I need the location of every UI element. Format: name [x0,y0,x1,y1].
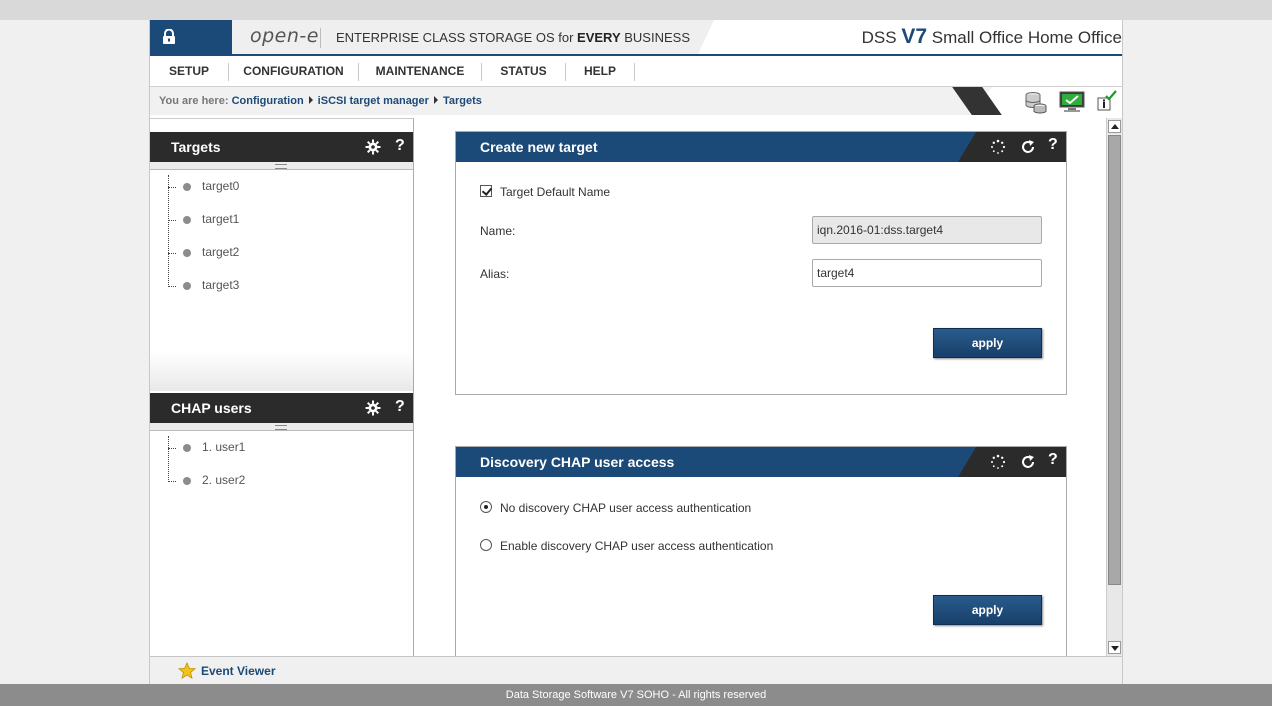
header-tools: ? [958,132,1066,162]
create-target-title: Create new target [480,139,598,155]
no-discovery-chap-label: No discovery CHAP user access authentica… [500,501,752,515]
breadcrumb-iscsi-target-manager[interactable]: iSCSI target manager [318,95,429,107]
scroll-up-arrow-icon[interactable] [1108,120,1121,133]
breadcrumb-arrow-icon [308,96,313,104]
menu-help[interactable]: HELP [566,56,634,87]
open-e-logo: open-e [250,25,319,47]
create-target-box: Create new target ? Target Default Name … [455,131,1067,395]
chap-resize-handle[interactable] [150,423,413,431]
name-label: Name: [480,224,516,238]
database-icon[interactable] [1024,90,1048,114]
event-viewer-bar: Event Viewer [150,656,1122,684]
bullet-icon [183,477,191,485]
tree-item-label: 2. user2 [202,473,246,487]
scroll-down-arrow-icon[interactable] [1108,641,1121,654]
tagline: ENTERPRISE CLASS STORAGE OS for EVERY BU… [336,30,690,45]
tree-item-label: target2 [202,245,240,259]
enable-discovery-chap-label: Enable discovery CHAP user access authen… [500,539,774,553]
header: open-e ENTERPRISE CLASS STORAGE OS for E… [150,20,1122,56]
tree-branch [168,253,176,254]
tree-branch [168,286,176,287]
lock-button[interactable] [150,20,252,54]
tree-item-label: target3 [202,278,240,292]
tree-item-label: 1. user1 [202,440,246,454]
main-menu: SETUP CONFIGURATION MAINTENANCE STATUS H… [150,56,1122,87]
bullet-icon [183,444,191,452]
bullet-icon [183,183,191,191]
footer: Data Storage Software V7 SOHO - All righ… [0,684,1272,706]
tree-connector [168,436,169,482]
create-target-header: Create new target ? [456,132,1066,162]
chap-panel-title: CHAP users [171,400,252,416]
no-discovery-chap-radio[interactable] [480,501,492,513]
target-default-name-checkbox[interactable] [480,185,492,197]
bullet-icon [183,282,191,290]
breadcrumb-bar: You are here: Configuration iSCSI target … [150,87,1122,117]
breadcrumb-targets[interactable]: Targets [443,95,482,107]
loading-icon[interactable] [990,139,1006,155]
gear-icon[interactable] [365,139,381,155]
tree-item-label: target0 [202,179,240,193]
event-viewer-link[interactable]: Event Viewer [201,664,275,678]
footer-text: Data Storage Software V7 SOHO - All righ… [505,689,767,701]
gear-icon[interactable] [365,400,381,416]
name-field[interactable] [812,216,1042,244]
bullet-icon [183,249,191,257]
star-icon [178,662,196,679]
discovery-chap-title: Discovery CHAP user access [480,454,675,470]
alias-field[interactable] [812,259,1042,287]
refresh-icon[interactable] [1020,139,1036,155]
breadcrumb: You are here: Configuration iSCSI target … [159,95,482,107]
tree-branch [168,220,176,221]
top-strip [0,0,1272,20]
target-default-name-label: Target Default Name [500,185,611,199]
app-window: open-e ENTERPRISE CLASS STORAGE OS for E… [149,20,1123,684]
loading-icon[interactable] [990,454,1006,470]
tree-branch [168,448,176,449]
targets-resize-handle[interactable] [150,162,413,170]
enable-discovery-chap-radio[interactable] [480,539,492,551]
tree-connector [168,175,169,287]
info-check-icon[interactable] [1094,90,1118,114]
main-content: Create new target ? Target Default Name … [415,118,1106,656]
targets-panel-header: Targets ? [150,132,413,162]
tree-branch [168,481,176,482]
breadcrumb-arrow-icon [433,96,438,104]
alias-label: Alias: [480,267,510,281]
discovery-chap-header: Discovery CHAP user access ? [456,447,1066,477]
discovery-chap-apply-button[interactable]: apply [933,595,1042,625]
menu-status[interactable]: STATUS [482,56,565,87]
targets-tree: target0 target1 target2 target3 [150,171,413,347]
menu-configuration[interactable]: CONFIGURATION [229,56,358,87]
chap-panel-header: CHAP users ? [150,393,413,423]
discovery-chap-help-icon[interactable]: ? [1048,451,1058,469]
chap-users-tree: 1. user1 2. user2 [150,432,413,532]
chap-help-icon[interactable]: ? [395,398,405,416]
breadcrumb-prefix: You are here: [159,95,229,107]
lock-icon [163,29,175,44]
tree-item-label: target1 [202,212,240,226]
create-target-help-icon[interactable]: ? [1048,136,1058,154]
create-target-apply-button[interactable]: apply [933,328,1042,358]
left-panel: Targets ? target0 target1 target2 target… [150,118,414,656]
product-title: DSS V7 Small Office Home Office [861,25,1122,48]
targets-help-icon[interactable]: ? [395,137,405,155]
vertical-scrollbar[interactable] [1106,118,1122,656]
header-tools: ? [958,447,1066,477]
bullet-icon [183,216,191,224]
scroll-thumb[interactable] [1108,135,1121,585]
monitor-icon[interactable] [1058,90,1086,114]
tree-branch [168,187,176,188]
refresh-icon[interactable] [1020,454,1036,470]
menu-maintenance[interactable]: MAINTENANCE [359,56,481,87]
logo-divider [320,28,321,48]
targets-panel-title: Targets [171,139,221,155]
breadcrumb-configuration[interactable]: Configuration [232,95,304,107]
menu-setup[interactable]: SETUP [150,56,228,87]
menu-divider [634,63,635,81]
discovery-chap-box: Discovery CHAP user access ? No discover… [455,446,1067,656]
panel-fade [150,351,413,391]
